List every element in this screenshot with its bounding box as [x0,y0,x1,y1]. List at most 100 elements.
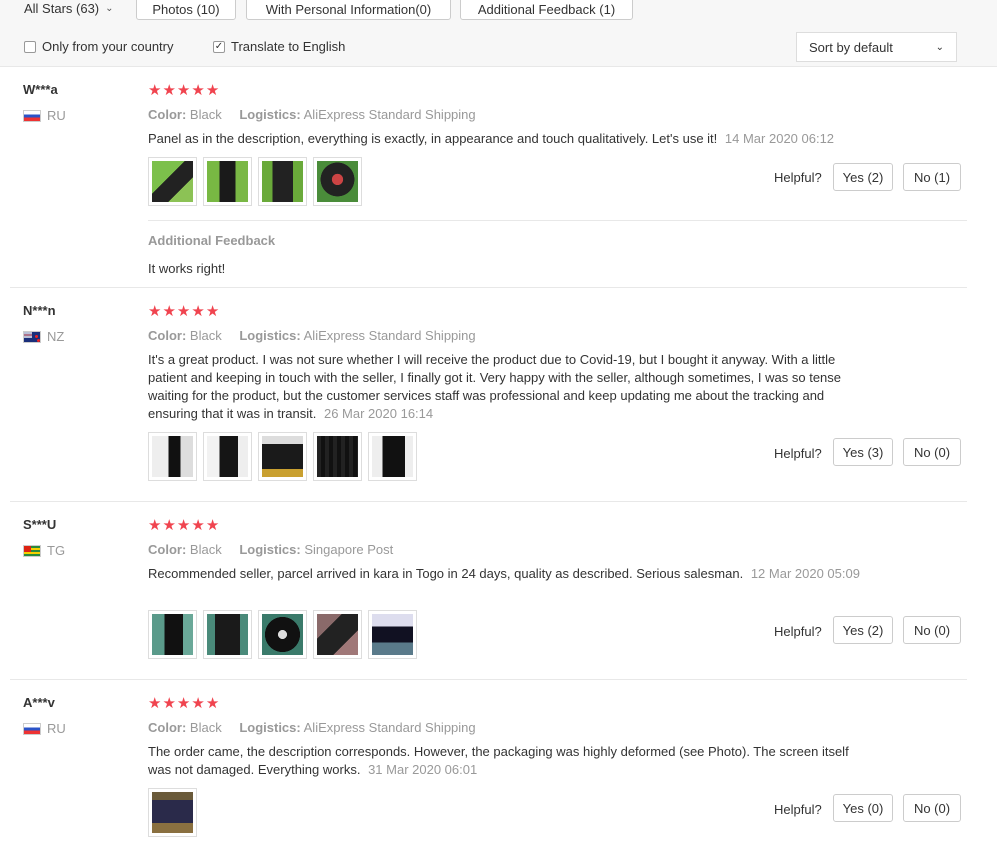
review-photo-thumbnail[interactable] [368,610,417,659]
helpful-no-button[interactable]: No (0) [903,794,961,822]
chevron-down-icon: ⌄ [935,41,944,53]
reviewer-name: W***a [23,82,58,97]
review-body: The order came, the description correspo… [148,744,849,777]
flag-icon [23,330,41,343]
translate-option[interactable]: ✓ Translate to English [213,39,345,54]
sort-label: Sort by default [809,39,893,55]
star-icon: ★ [205,695,220,712]
review-photo-thumbnail[interactable] [203,432,252,481]
star-icon: ★ [162,82,176,99]
color-value: Black [189,328,222,343]
logistics-label: Logistics: [239,542,301,557]
logistics-label: Logistics: [239,328,301,343]
star-icon: ★ [176,303,191,320]
star-icon: ★ [205,82,220,99]
star-icon: ★ [148,303,162,320]
review-photo-thumbnail[interactable] [148,788,197,837]
review-text: It's a great product. I was not sure whe… [148,351,860,423]
review-photo-thumbnail[interactable] [203,610,252,659]
only-country-option[interactable]: Only from your country [24,39,174,54]
review-meta: Color: Black Logistics: AliExpress Stand… [148,720,476,735]
color-label: Color: [148,107,187,122]
review-divider [10,679,967,680]
review-photo-thumbnail[interactable] [258,157,307,206]
star-icon: ★ [191,303,205,320]
helpful-yes-button[interactable]: Yes (2) [833,163,893,191]
additional-feedback-filter-button[interactable]: Additional Feedback (1) [460,0,633,20]
review-photos [148,432,417,481]
helpful-no-button[interactable]: No (1) [903,163,961,191]
review-photo-thumbnail[interactable] [148,157,197,206]
color-value: Black [189,107,222,122]
star-icon: ★ [162,517,176,534]
star-icon: ★ [191,517,205,534]
helpful-yes-button[interactable]: Yes (3) [833,438,893,466]
flag-icon [23,109,41,122]
flag-icon [23,544,41,557]
country-code: RU [47,108,66,123]
additional-feedback-title: Additional Feedback [148,233,276,248]
review-meta: Color: Black Logistics: AliExpress Stand… [148,107,476,122]
review-divider [10,501,967,502]
review-photo-thumbnail[interactable] [313,432,362,481]
logistics-value: Singapore Post [304,542,394,557]
reviewer-country: NZ [23,329,64,344]
helpful-yes-button[interactable]: Yes (2) [833,616,893,644]
star-icon: ★ [191,695,205,712]
star-rating: ★ ★ ★ ★ ★ [148,81,219,99]
helpful-no-button[interactable]: No (0) [903,438,961,466]
helpful-label: Helpful? [774,624,822,639]
star-icon: ★ [176,82,191,99]
flag-icon [23,722,41,735]
color-label: Color: [148,720,187,735]
star-rating: ★ ★ ★ ★ ★ [148,302,219,320]
helpful-yes-button[interactable]: Yes (0) [833,794,893,822]
divider [148,220,967,221]
review-date: 14 Mar 2020 06:12 [724,131,835,146]
reviewer-name: S***U [23,517,57,532]
review-body: Recommended seller, parcel arrived in ka… [148,566,744,581]
reviewer-country: RU [23,721,66,736]
review-photo-thumbnail[interactable] [203,157,252,206]
star-icon: ★ [176,695,191,712]
personal-info-filter-button[interactable]: With Personal Information(0) [246,0,451,20]
review-meta: Color: Black Logistics: Singapore Post [148,542,393,557]
review-text: Panel as in the description, everything … [148,130,860,148]
color-value: Black [189,542,222,557]
review-photo-thumbnail[interactable] [313,610,362,659]
review-divider [10,287,967,288]
helpful-label: Helpful? [774,802,822,817]
logistics-label: Logistics: [239,107,301,122]
only-country-label: Only from your country [42,39,174,54]
star-icon: ★ [176,517,191,534]
review-date: 31 Mar 2020 06:01 [368,762,478,777]
country-code: NZ [47,329,65,344]
photos-filter-button[interactable]: Photos (10) [136,0,236,20]
review-photo-thumbnail[interactable] [313,157,362,206]
helpful-no-button[interactable]: No (0) [903,616,961,644]
chevron-down-icon: ⌄ [105,3,114,14]
all-stars-label: All Stars (63) [24,1,100,16]
translate-checkbox[interactable]: ✓ [213,40,225,53]
star-icon: ★ [148,517,162,534]
helpful-label: Helpful? [774,446,822,461]
review-photo-thumbnail[interactable] [258,432,307,481]
review-photo-thumbnail[interactable] [148,432,197,481]
all-stars-dropdown[interactable]: All Stars (63) ⌄ [24,1,114,16]
only-country-checkbox[interactable] [24,40,36,53]
filter-bar: All Stars (63) ⌄ Photos (10) With Person… [0,0,997,67]
sort-dropdown[interactable]: Sort by default ⌄ [796,32,957,62]
logistics-value: AliExpress Standard Shipping [303,107,476,122]
color-value: Black [189,720,222,735]
review-photo-thumbnail[interactable] [148,610,197,659]
star-icon: ★ [191,82,205,99]
review-photo-thumbnail[interactable] [258,610,307,659]
additional-feedback-text: It works right! [148,261,226,276]
logistics-label: Logistics: [239,720,301,735]
logistics-value: AliExpress Standard Shipping [303,328,476,343]
review-photos [148,788,197,837]
review-photo-thumbnail[interactable] [368,432,417,481]
reviewer-name: A***v [23,695,55,710]
review-meta: Color: Black Logistics: AliExpress Stand… [148,328,476,343]
reviewer-country: RU [23,108,66,123]
